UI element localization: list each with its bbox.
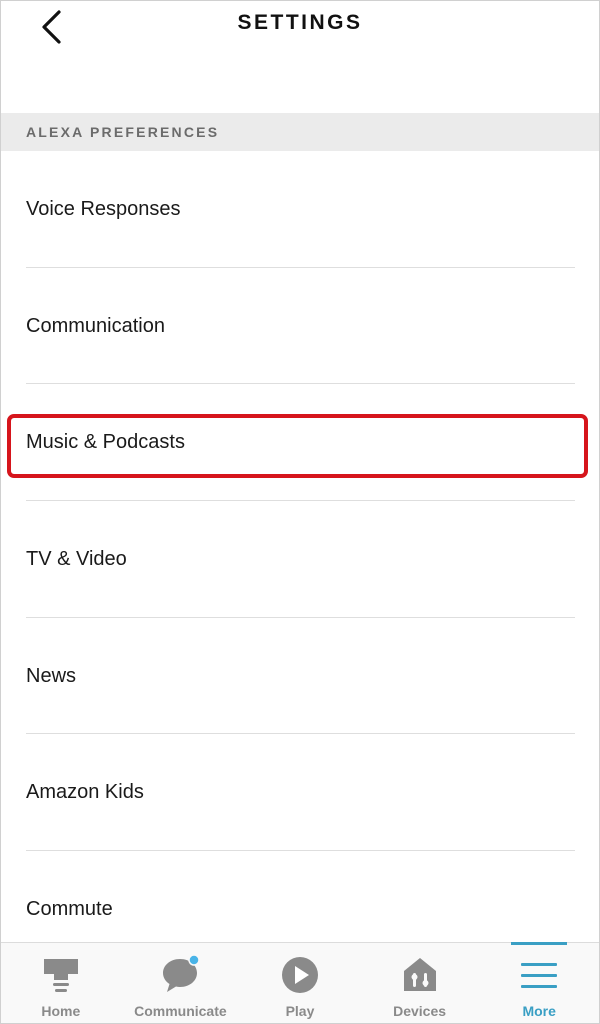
list-item-voice-responses[interactable]: Voice Responses xyxy=(1,151,599,268)
play-icon xyxy=(280,955,320,995)
list-item-label: TV & Video xyxy=(26,547,127,570)
list-item-label: News xyxy=(26,664,77,687)
list-item-label: Amazon Kids xyxy=(26,781,144,804)
devices-icon xyxy=(400,955,440,995)
tab-label: More xyxy=(522,1003,556,1019)
home-icon xyxy=(41,955,81,995)
tab-label: Communicate xyxy=(134,1003,227,1019)
list-item-communication[interactable]: Communication xyxy=(1,268,599,385)
header: SETTINGS xyxy=(1,1,599,113)
list-item-tv-video[interactable]: TV & Video xyxy=(1,501,599,618)
tab-home[interactable]: Home xyxy=(1,943,121,1023)
bottom-tab-bar: Home Communicate Play Devices More xyxy=(1,942,599,1023)
list-item-music-podcasts[interactable]: Music & Podcasts xyxy=(1,384,599,501)
tab-play[interactable]: Play xyxy=(240,943,360,1023)
menu-icon xyxy=(519,955,559,995)
notification-dot xyxy=(188,955,201,966)
tab-communicate[interactable]: Communicate xyxy=(121,943,241,1023)
section-header: ALEXA PREFERENCES xyxy=(1,113,599,151)
list-item-label: Music & Podcasts xyxy=(26,431,185,454)
list-item-news[interactable]: News xyxy=(1,618,599,735)
settings-list: Voice Responses Communication Music & Po… xyxy=(1,151,599,968)
page-title: SETTINGS xyxy=(237,11,363,34)
list-item-label: Commute xyxy=(26,897,113,920)
settings-screen: SETTINGS ALEXA PREFERENCES Voice Respons… xyxy=(0,0,600,1024)
tab-devices[interactable]: Devices xyxy=(360,943,480,1023)
list-item-label: Voice Responses xyxy=(26,197,181,220)
list-item-amazon-kids[interactable]: Amazon Kids xyxy=(1,734,599,851)
tab-label: Devices xyxy=(393,1003,447,1019)
tab-more[interactable]: More xyxy=(479,942,599,1023)
list-item-label: Communication xyxy=(26,314,165,337)
tab-label: Home xyxy=(41,1003,81,1019)
tab-label: Play xyxy=(285,1003,315,1019)
chat-bubble-icon xyxy=(160,955,201,995)
